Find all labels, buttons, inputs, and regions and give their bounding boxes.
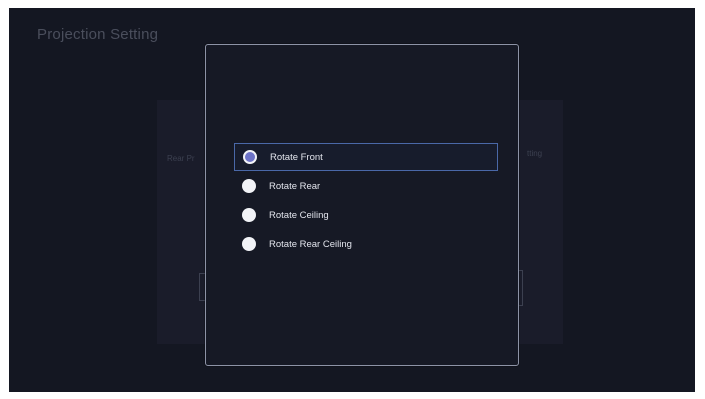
option-label: Rotate Front: [270, 151, 323, 163]
radio-unchecked-icon: [242, 179, 256, 193]
option-label: Rotate Rear Ceiling: [269, 238, 352, 250]
radio-unchecked-icon: [242, 237, 256, 251]
background-left-label: Rear Pr: [167, 154, 195, 163]
projection-setting-screen: Projection Setting Rear Pr tting Rotate …: [9, 8, 695, 392]
option-rotate-front[interactable]: Rotate Front: [234, 143, 498, 171]
radio-checked-icon: [243, 150, 257, 164]
page-title: Projection Setting: [37, 26, 159, 43]
background-right-label: tting: [527, 149, 543, 158]
projection-mode-dialog: Rotate Front Rotate Rear Rotate Ceiling …: [205, 44, 519, 366]
option-rotate-rear[interactable]: Rotate Rear: [234, 172, 498, 200]
option-rotate-ceiling[interactable]: Rotate Ceiling: [234, 201, 498, 229]
option-label: Rotate Ceiling: [269, 209, 329, 221]
option-label: Rotate Rear: [269, 180, 321, 192]
option-rotate-rear-ceiling[interactable]: Rotate Rear Ceiling: [234, 230, 498, 258]
radio-unchecked-icon: [242, 208, 256, 222]
